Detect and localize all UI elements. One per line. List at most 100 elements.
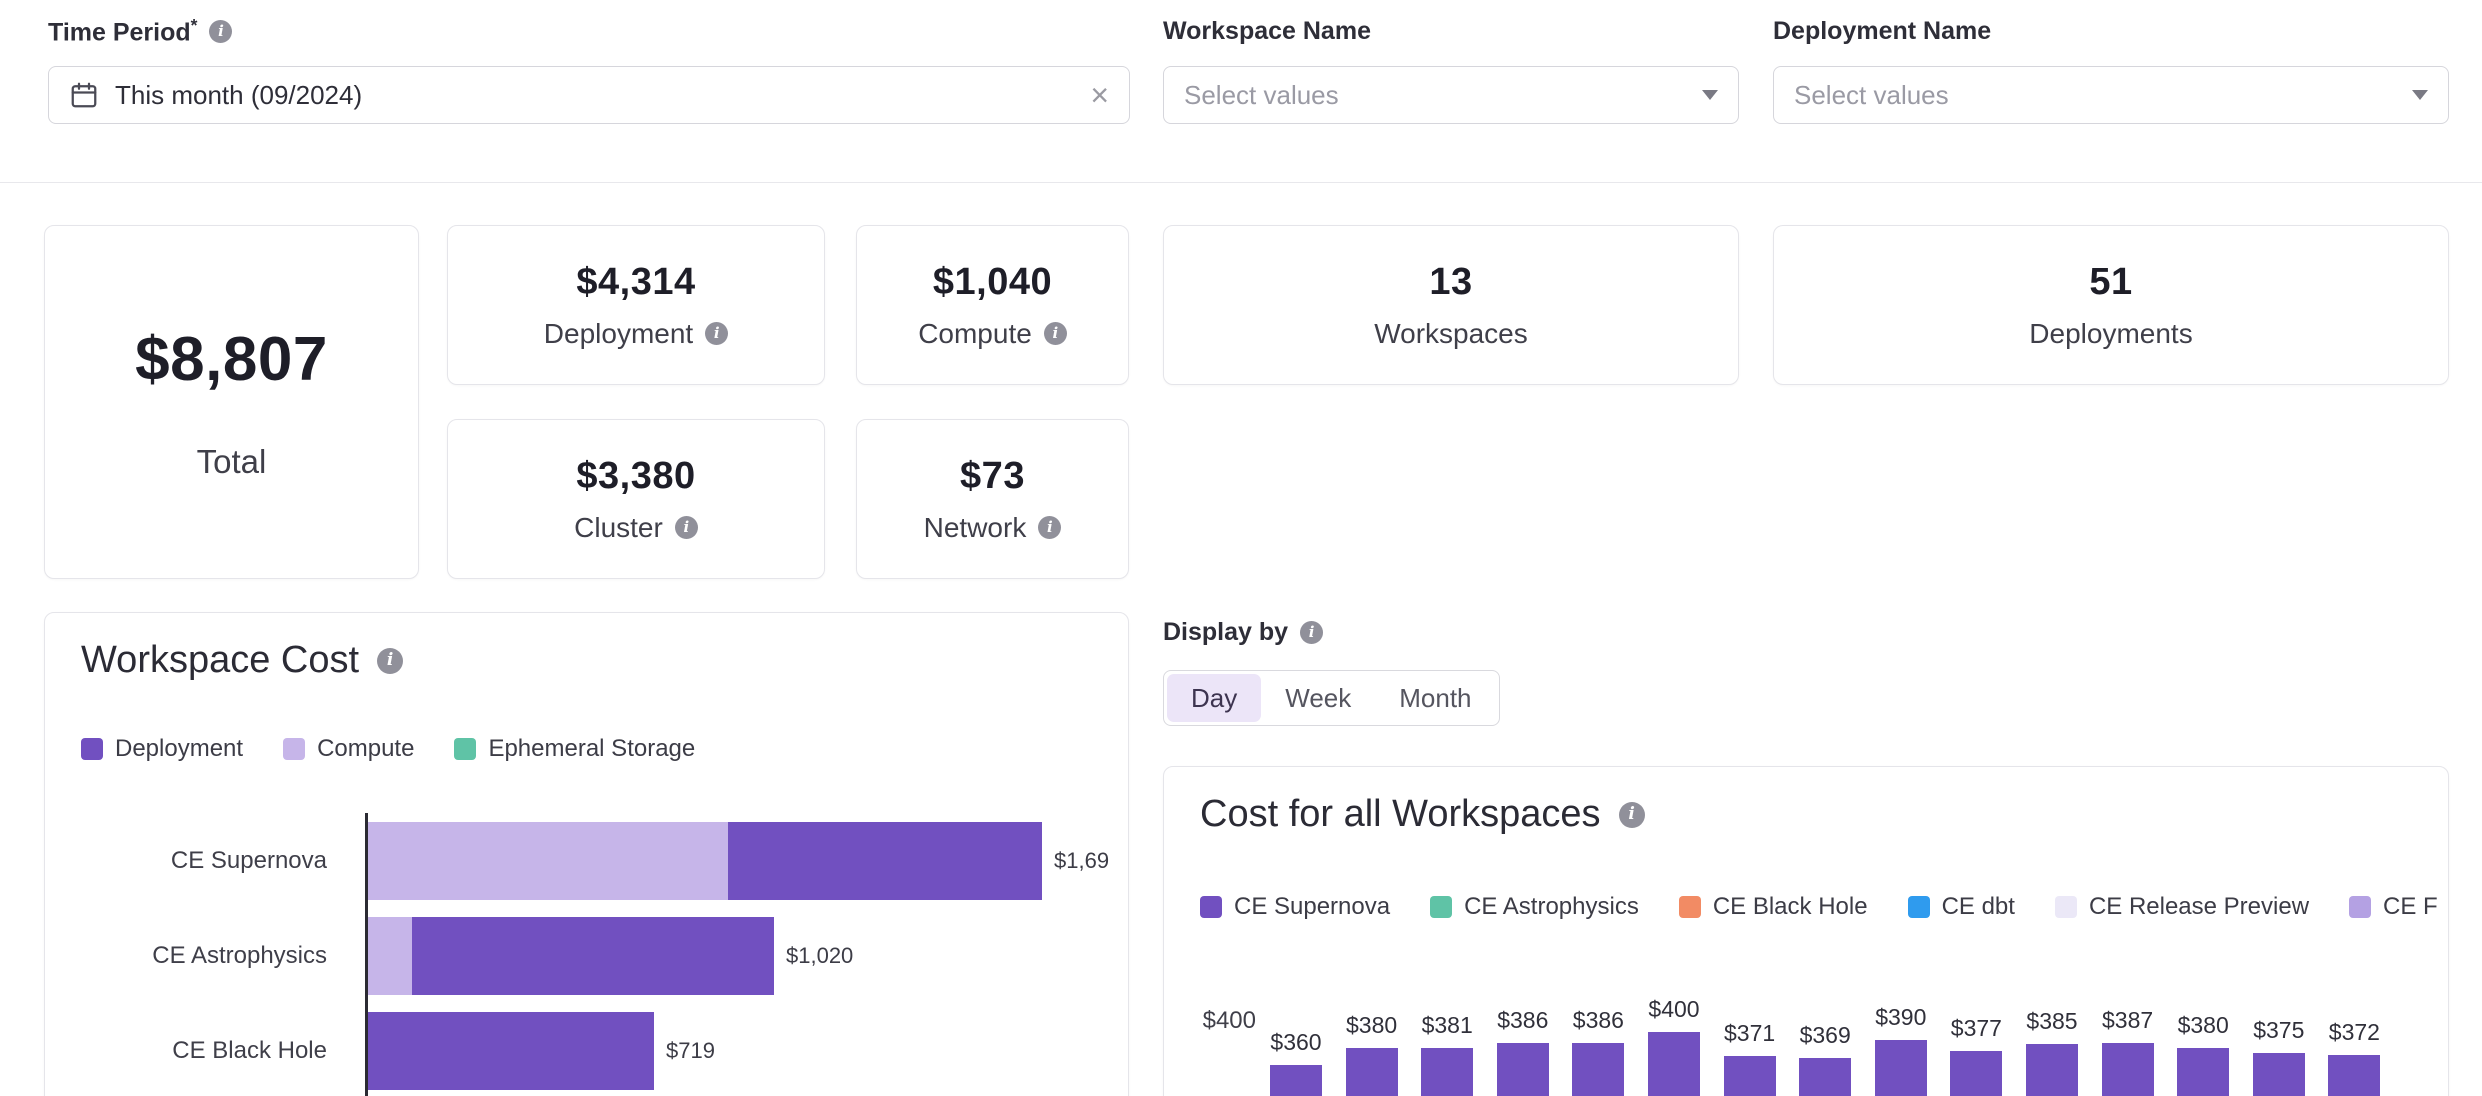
workspace-cost-chart: CE Supernova $1,69 CE Astrophysics $1,020 CE… xyxy=(45,813,1128,1096)
chevron-down-icon xyxy=(2412,90,2428,100)
workspace-cost-title: Workspace Cost xyxy=(81,639,404,682)
cluster-cost-card: $3,380 Cluster xyxy=(447,419,825,579)
compute-cost-label: Compute xyxy=(918,318,1067,350)
bar xyxy=(1270,1065,1322,1096)
bar xyxy=(1723,1055,1776,1096)
legend-item[interactable]: Compute xyxy=(283,735,414,763)
bar xyxy=(1345,1048,1398,1096)
total-cost-value: $8,807 xyxy=(135,324,328,394)
bar xyxy=(1496,1043,1549,1096)
workspaces-count-card: 13 Workspaces xyxy=(1163,225,1739,385)
bar-segment-deployment xyxy=(412,916,774,995)
total-cost-label: Total xyxy=(196,442,267,480)
workspace-cost-row: CE Astrophysics $1,020 xyxy=(45,908,1128,1003)
info-icon[interactable] xyxy=(705,322,729,345)
compute-cost-card: $1,040 Compute xyxy=(856,225,1129,385)
display-by-option-day[interactable]: Day xyxy=(1167,674,1262,722)
legend-swatch xyxy=(454,738,477,760)
bar xyxy=(2177,1048,2230,1096)
divider xyxy=(0,182,2482,183)
time-period-input[interactable]: This month (09/2024) × xyxy=(48,66,1130,124)
deployment-cost-value: $4,314 xyxy=(576,260,696,303)
total-cost-card: $8,807 Total xyxy=(44,225,419,579)
bar xyxy=(2026,1044,2078,1096)
info-icon[interactable] xyxy=(1038,516,1062,539)
y-axis-tick: $400 xyxy=(1202,1007,1256,1034)
legend-label: Deployment xyxy=(115,735,244,762)
compute-cost-value: $1,040 xyxy=(932,260,1053,303)
stacked-bar: $1,69 xyxy=(368,821,1110,900)
deployments-count-label: Deployments xyxy=(2029,317,2193,349)
stacked-bar: $719 xyxy=(368,1011,715,1090)
legend-label: Compute xyxy=(317,735,415,762)
display-by-option-month[interactable]: Month xyxy=(1375,674,1495,722)
workspaces-count-value: 13 xyxy=(1429,260,1473,303)
bar xyxy=(1572,1043,1625,1096)
time-period-label: Time Period* xyxy=(48,12,233,50)
cost-dashboard: Time Period* This month (09/2024) × Work… xyxy=(0,0,2482,1096)
info-icon[interactable] xyxy=(209,19,233,43)
cluster-cost-label: Cluster xyxy=(574,512,698,544)
display-by-label: Display by xyxy=(1163,618,1324,647)
network-cost-card: $73 Network xyxy=(856,419,1129,579)
bar xyxy=(1648,1031,1700,1096)
stacked-bar: $1,020 xyxy=(368,916,854,995)
workspace-cost-row: CE Supernova $1,69 xyxy=(45,813,1128,908)
workspace-cost-category-label: CE Astrophysics xyxy=(152,941,327,969)
bar-value-label: $1,69 xyxy=(1054,847,1110,873)
network-cost-label: Network xyxy=(924,512,1062,544)
deployment-name-select[interactable]: Select values xyxy=(1773,66,2449,124)
chevron-down-icon xyxy=(1702,90,1718,100)
bar xyxy=(2252,1052,2305,1096)
bar xyxy=(1874,1040,1927,1096)
workspaces-count-label: Workspaces xyxy=(1374,317,1528,349)
deployments-count-value: 51 xyxy=(2089,260,2133,303)
workspace-name-placeholder: Select values xyxy=(1184,79,1339,110)
workspace-name-label: Workspace Name xyxy=(1163,16,1371,45)
bar xyxy=(2328,1055,2381,1096)
legend-swatch xyxy=(283,738,306,760)
legend-swatch xyxy=(81,738,103,760)
bar-segment-compute xyxy=(368,821,728,900)
cluster-cost-value: $3,380 xyxy=(576,454,696,497)
network-cost-value: $73 xyxy=(960,454,1025,497)
deployment-name-label: Deployment Name xyxy=(1773,16,1992,45)
bar-segment-compute xyxy=(368,916,412,995)
legend-item[interactable]: Deployment xyxy=(81,735,243,763)
info-icon[interactable] xyxy=(674,516,698,539)
calendar-icon xyxy=(71,82,97,108)
workspace-cost-category-label: CE Supernova xyxy=(170,846,327,874)
workspace-cost-category-label: CE Black Hole xyxy=(172,1036,327,1064)
info-icon[interactable] xyxy=(1300,621,1324,644)
bar-value-label: $719 xyxy=(666,1037,715,1063)
bar-value-label: $1,020 xyxy=(786,942,854,968)
deployment-name-placeholder: Select values xyxy=(1794,79,1949,110)
bar xyxy=(1421,1047,1474,1096)
bar-value-label: $372 xyxy=(2328,1019,2380,1046)
deployments-count-card: 51 Deployments xyxy=(1773,225,2449,385)
workspace-name-select[interactable]: Select values xyxy=(1163,66,1739,124)
display-by-option-week[interactable]: Week xyxy=(1261,674,1375,722)
deployment-cost-label: Deployment xyxy=(544,318,729,350)
cost-all-chart: $400 $360 $380 $381 $386 $386 $400 $371 $369 $39… xyxy=(1164,767,2448,1096)
bar xyxy=(1799,1057,1852,1096)
cost-all-workspaces-panel: Cost for all Workspaces CE SupernovaCE A… xyxy=(1163,766,2449,1096)
bar-value-label: $400 xyxy=(1648,995,1700,1022)
legend-label: Ephemeral Storage xyxy=(488,735,696,762)
workspace-cost-row: CE Black Hole $719 xyxy=(45,1003,1128,1096)
info-icon[interactable] xyxy=(1043,322,1067,345)
time-period-label-text: Time Period* xyxy=(48,14,198,47)
workspace-cost-panel: Workspace Cost Deployment Compute Ephemera… xyxy=(44,612,1129,1096)
bar-segment-deployment xyxy=(368,1011,654,1090)
info-icon[interactable] xyxy=(377,647,404,674)
bar-segment-deployment xyxy=(728,821,1042,900)
time-period-value: This month (09/2024) xyxy=(115,79,363,110)
legend-item[interactable]: Ephemeral Storage xyxy=(454,735,695,763)
clear-icon[interactable]: × xyxy=(1090,79,1109,111)
required-asterisk: * xyxy=(190,14,198,35)
display-by-toggle[interactable]: Day Week Month xyxy=(1163,670,1500,726)
bar xyxy=(1950,1050,2003,1096)
bar xyxy=(2101,1042,2154,1096)
deployment-cost-card: $4,314 Deployment xyxy=(447,225,825,385)
workspace-cost-legend: Deployment Compute Ephemeral Storage xyxy=(81,735,695,763)
